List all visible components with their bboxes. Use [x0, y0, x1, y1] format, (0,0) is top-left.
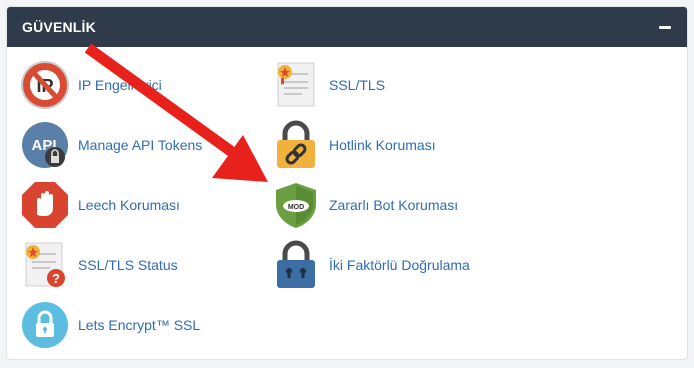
svg-text:MOD: MOD — [288, 204, 304, 211]
lets-encrypt-icon — [22, 302, 68, 348]
panel-title: GÜVENLİK — [22, 19, 96, 35]
item-bad-bot-protection[interactable]: MOD Zararlı Bot Koruması — [271, 180, 458, 230]
item-label: Lets Encrypt™ SSL — [78, 317, 201, 333]
two-factor-lock-icon — [277, 240, 315, 288]
item-label: Leech Koruması — [78, 197, 180, 213]
collapse-button[interactable] — [657, 19, 673, 35]
item-ssl-tls[interactable]: SSL/TLS — [271, 60, 385, 110]
panel-header: GÜVENLİK — [7, 7, 687, 47]
ip-blocker-icon: IP — [21, 61, 69, 109]
item-two-factor-auth[interactable]: İki Faktörlü Doğrulama — [271, 240, 470, 290]
minus-icon — [659, 25, 671, 29]
item-lets-encrypt[interactable]: Lets Encrypt™ SSL — [20, 300, 200, 350]
item-label: Hotlink Koruması — [329, 137, 436, 153]
item-ip-blocker[interactable]: IP IP Engelleyici — [20, 60, 162, 110]
ssl-certificate-icon — [277, 62, 315, 107]
ssl-status-icon: ? — [25, 242, 65, 287]
hotlink-lock-icon — [277, 120, 315, 168]
item-label: Manage API Tokens — [78, 137, 203, 153]
item-leech-protection[interactable]: Leech Koruması — [20, 180, 180, 230]
item-hotlink-protection[interactable]: Hotlink Koruması — [271, 120, 436, 170]
item-label: SSL/TLS — [329, 77, 386, 93]
mod-shield-icon: MOD — [276, 183, 316, 228]
item-label: IP Engelleyici — [78, 77, 162, 93]
item-label: İki Faktörlü Doğrulama — [329, 257, 470, 273]
leech-protection-icon — [22, 182, 68, 228]
api-token-icon: API — [22, 122, 68, 168]
svg-text:?: ? — [52, 271, 60, 286]
item-ssl-tls-status[interactable]: ? SSL/TLS Status — [20, 240, 178, 290]
item-label: SSL/TLS Status — [78, 257, 178, 273]
item-label: Zararlı Bot Koruması — [329, 197, 459, 213]
item-manage-api-tokens[interactable]: API Manage API Tokens — [20, 120, 202, 170]
